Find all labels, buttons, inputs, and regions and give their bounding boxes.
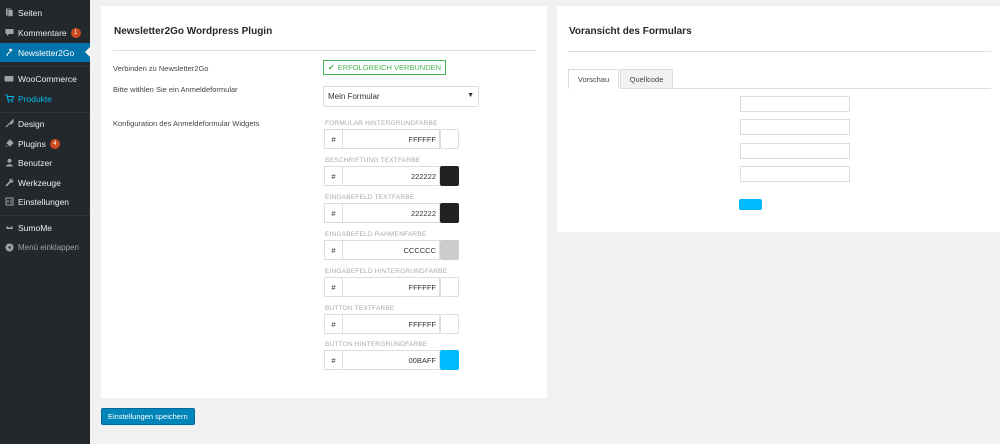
collapse-icon: [4, 243, 14, 253]
tools-icon: [4, 178, 14, 188]
form-preview-panel: Voransicht des Formulars Vorschau Quellc…: [557, 6, 1000, 232]
sidebar-item-label: Newsletter2Go: [18, 47, 75, 58]
hash-prefix: #: [324, 314, 343, 334]
collapse-menu-button[interactable]: Menü einklappen: [0, 238, 90, 257]
color-swatch[interactable]: [440, 129, 459, 149]
preview-input-field[interactable]: [740, 119, 850, 135]
newsletter-icon: [4, 48, 14, 58]
sidebar-item-einstellungen[interactable]: Einstellungen: [0, 192, 90, 211]
panel-title: Voransicht des Formulars: [569, 26, 692, 37]
tab-baseline: [673, 88, 991, 89]
hash-prefix: #: [324, 350, 343, 370]
form-select-value: Mein Formular: [328, 92, 380, 101]
tab-vorschau[interactable]: Vorschau: [568, 69, 619, 89]
form-select-label: Bitte wählen Sie ein Anmeldeformular: [113, 85, 238, 94]
user-icon: [4, 158, 14, 168]
color-hex-input[interactable]: FFFFFF: [342, 277, 440, 297]
comments-icon: [4, 28, 14, 38]
hash-prefix: #: [324, 240, 343, 260]
sidebar-item-label: WooCommerce: [18, 73, 77, 84]
sidebar-separator: [0, 215, 90, 216]
panel-title: Newsletter2Go Wordpress Plugin: [114, 26, 273, 37]
connection-status-badge: ✔ ERFOLGREICH VERBUNDEN: [323, 60, 447, 75]
color-swatch[interactable]: [440, 350, 459, 370]
plugins-update-badge: 4: [49, 138, 60, 149]
divider: [113, 50, 536, 51]
sidebar-item-design[interactable]: Design: [0, 114, 90, 133]
sidebar-item-label: Design: [18, 118, 45, 129]
hash-prefix: #: [324, 203, 343, 223]
sidebar-item-seiten[interactable]: Seiten: [0, 3, 90, 22]
field-label: EINGABEFELD HINTERGRUNDFARBE: [325, 268, 448, 275]
hash-prefix: #: [324, 166, 343, 186]
preview-submit-button[interactable]: [739, 199, 762, 210]
sidebar-item-werkzeuge[interactable]: Werkzeuge: [0, 173, 90, 192]
connection-status-text: ERFOLGREICH VERBUNDEN: [337, 63, 442, 72]
connect-label: Verbinden zu Newsletter2Go: [113, 64, 209, 73]
sidebar-item-kommentare[interactable]: Kommentare 1: [0, 23, 90, 42]
hash-prefix: #: [324, 277, 343, 297]
sidebar-item-label: Einstellungen: [18, 196, 70, 207]
sidebar-item-woocommerce[interactable]: WooCommerce: [0, 69, 90, 88]
active-indicator: [85, 47, 90, 57]
preview-input-field[interactable]: [740, 96, 850, 112]
sidebar-item-label: Werkzeuge: [18, 177, 61, 188]
field-label: EINGABEFELD TEXTFARBE: [325, 194, 415, 201]
woocommerce-icon: [4, 74, 14, 84]
save-settings-button[interactable]: Einstellungen speichern: [101, 408, 195, 425]
sidebar-item-plugins[interactable]: Plugins 4: [0, 134, 90, 153]
sidebar-item-label: Kommentare: [18, 27, 67, 38]
products-icon: [4, 94, 14, 104]
color-swatch[interactable]: [440, 240, 459, 260]
color-swatch[interactable]: [440, 203, 459, 223]
field-label: EINGABEFELD RAHMENFARBE: [325, 231, 427, 238]
chevron-down-icon: ▼: [467, 92, 474, 99]
settings-icon: [4, 197, 14, 207]
sidebar-item-label: Produkte: [18, 93, 53, 104]
color-hex-input[interactable]: 222222: [342, 203, 440, 223]
form-select[interactable]: Mein Formular ▼: [323, 86, 479, 107]
sidebar-item-label: Seiten: [18, 7, 43, 18]
sidebar-item-label: SumoMe: [18, 222, 53, 233]
color-swatch[interactable]: [440, 166, 459, 186]
pages-icon: [4, 8, 14, 18]
plugin-settings-panel: Newsletter2Go Wordpress Plugin Verbinden…: [101, 6, 547, 398]
sidebar-item-label: Benutzer: [18, 157, 53, 168]
divider: [568, 51, 991, 52]
color-swatch[interactable]: [440, 277, 459, 297]
sidebar-item-label: Menü einklappen: [18, 243, 79, 252]
sumome-icon: [4, 223, 14, 233]
field-label: BUTTON TEXTFARBE: [325, 305, 395, 312]
sidebar-item-newsletter2go[interactable]: Newsletter2Go: [0, 43, 90, 62]
sidebar-item-label: Plugins: [18, 138, 46, 149]
tab-quellcode[interactable]: Quellcode: [620, 69, 673, 89]
color-hex-input[interactable]: FFFFFF: [342, 314, 440, 334]
checkmark-icon: ✔: [328, 63, 335, 72]
color-hex-input[interactable]: 00BAFF: [342, 350, 440, 370]
design-icon: [4, 119, 14, 129]
color-hex-input[interactable]: 222222: [342, 166, 440, 186]
sidebar-item-benutzer[interactable]: Benutzer: [0, 153, 90, 172]
field-label: FORMULAR HINTERGRUNDFARBE: [325, 120, 438, 127]
color-hex-input[interactable]: CCCCCC: [342, 240, 440, 260]
comments-count-badge: 1: [70, 27, 81, 38]
color-hex-input[interactable]: FFFFFF: [342, 129, 440, 149]
config-label: Konfiguration des Anmeldeformular Widget…: [113, 119, 260, 128]
sidebar-item-produkte[interactable]: Produkte: [0, 89, 90, 108]
color-swatch[interactable]: [440, 314, 459, 334]
hash-prefix: #: [324, 129, 343, 149]
preview-input-field[interactable]: [740, 166, 850, 182]
sidebar-item-sumome[interactable]: SumoMe: [0, 218, 90, 237]
field-label: BUTTON HINTERGRUNDFARBE: [325, 341, 428, 348]
field-label: BESCHRIFTUNG TEXTFARBE: [325, 157, 421, 164]
preview-input-field[interactable]: [740, 143, 850, 159]
sidebar-separator: [0, 66, 90, 67]
sidebar-separator: [0, 112, 90, 113]
admin-sidebar: Seiten Kommentare 1 Newsletter2Go WooCom…: [0, 0, 90, 444]
plugins-icon: [4, 139, 14, 149]
